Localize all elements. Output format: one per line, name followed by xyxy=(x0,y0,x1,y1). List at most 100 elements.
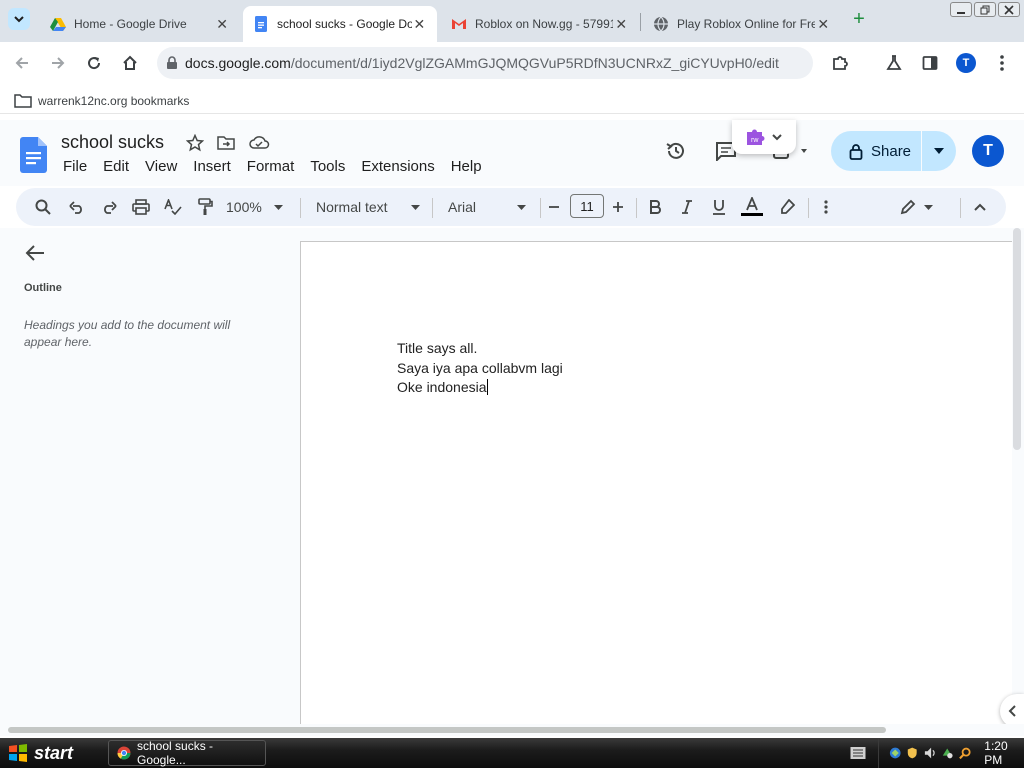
share-button[interactable]: Share xyxy=(831,131,922,171)
vertical-scrollbar[interactable] xyxy=(1013,228,1021,450)
document-page[interactable] xyxy=(300,241,1012,734)
chrome-labs-button[interactable] xyxy=(882,51,906,75)
close-icon[interactable]: ✕ xyxy=(412,16,427,33)
clock[interactable]: 1:20 PM xyxy=(984,739,1024,767)
arrow-right-icon xyxy=(52,57,65,69)
document-body[interactable]: Title says all. Saya iya apa collabvm la… xyxy=(397,339,563,398)
menu-tools[interactable]: Tools xyxy=(310,158,345,175)
extension-popup-button[interactable]: rw xyxy=(732,120,796,154)
close-icon[interactable]: ✕ xyxy=(815,16,831,33)
windows-logo-icon xyxy=(9,744,27,762)
tab-google-drive[interactable]: Home - Google Drive ✕ xyxy=(40,6,240,42)
account-avatar[interactable]: T xyxy=(972,135,1004,167)
new-tab-button[interactable]: + xyxy=(848,9,870,31)
underline-button[interactable] xyxy=(708,195,730,219)
google-docs-icon[interactable] xyxy=(20,137,47,173)
increase-font-size-button[interactable] xyxy=(610,195,626,219)
caret-down-icon xyxy=(273,204,283,210)
italic-button[interactable] xyxy=(676,195,698,219)
star-icon[interactable] xyxy=(186,134,204,152)
toolbar-divider xyxy=(300,198,301,218)
search-menus-button[interactable] xyxy=(32,195,54,219)
cloud-saved-icon[interactable] xyxy=(248,134,270,152)
bold-button[interactable] xyxy=(644,195,666,219)
font-size-input[interactable]: 11 xyxy=(570,194,604,218)
menu-help[interactable]: Help xyxy=(451,158,482,175)
tab-google-docs[interactable]: school sucks - Google Docs ✕ xyxy=(243,6,437,42)
keyboard-icon[interactable] xyxy=(850,746,866,760)
search-icon[interactable] xyxy=(958,746,971,760)
menu-insert[interactable]: Insert xyxy=(193,158,231,175)
redo-icon xyxy=(104,201,117,214)
toolbar-divider xyxy=(960,198,961,218)
tab-search-button[interactable] xyxy=(8,8,30,30)
globe-icon xyxy=(654,16,668,32)
redo-button[interactable] xyxy=(98,195,120,219)
bookmark-folder-warrenk12nc[interactable]: warrenk12nc.org bookmarks xyxy=(38,94,189,108)
decrease-font-size-button[interactable] xyxy=(546,195,562,219)
restore-button[interactable] xyxy=(974,2,996,17)
close-icon[interactable]: ✕ xyxy=(214,16,230,33)
reload-button[interactable] xyxy=(82,51,106,75)
arrow-left-icon[interactable] xyxy=(24,242,46,264)
taskbar-item-chrome[interactable]: school sucks - Google... xyxy=(108,739,266,767)
profile-avatar[interactable]: T xyxy=(956,53,976,73)
tab-roblox-nowgg[interactable]: Roblox on Now.gg - 57991... ✕ xyxy=(441,6,639,42)
caret-down-icon xyxy=(411,204,420,210)
extensions-button[interactable] xyxy=(828,51,852,75)
document-title[interactable]: school sucks xyxy=(61,132,164,153)
close-window-button[interactable] xyxy=(998,2,1020,17)
undo-button[interactable] xyxy=(66,195,88,219)
window-controls xyxy=(950,2,1020,17)
minimize-button[interactable] xyxy=(950,2,972,17)
paragraph-style-select[interactable]: Normal text xyxy=(316,195,420,219)
version-history-button[interactable] xyxy=(664,139,688,163)
bookmarks-bar: warrenk12nc.org bookmarks xyxy=(0,88,1024,114)
google-drive-icon xyxy=(50,18,66,31)
menu-view[interactable]: View xyxy=(145,158,177,175)
move-to-folder-icon[interactable] xyxy=(216,134,236,152)
paint-format-button[interactable] xyxy=(194,195,216,219)
side-panel-button[interactable] xyxy=(918,51,942,75)
home-icon xyxy=(123,55,137,70)
address-bar[interactable]: docs.google.com/document/d/1iyd2VglZGAMm… xyxy=(157,47,813,79)
minimize-icon xyxy=(957,11,965,14)
more-options-button[interactable] xyxy=(818,195,834,219)
browser-menu-button[interactable] xyxy=(990,51,1014,75)
menu-edit[interactable]: Edit xyxy=(103,158,129,175)
site-info-icon[interactable] xyxy=(165,56,179,70)
print-button[interactable] xyxy=(130,195,152,219)
reload-icon xyxy=(88,57,101,70)
system-tray: 1:20 PM xyxy=(878,738,1024,768)
network-icon[interactable] xyxy=(889,746,901,760)
zoom-select[interactable]: 100% xyxy=(226,195,288,219)
chevron-up-icon xyxy=(974,203,986,211)
start-button[interactable]: start xyxy=(0,738,92,768)
spelling-check-button[interactable] xyxy=(162,195,184,219)
security-shield-icon[interactable] xyxy=(906,746,918,760)
home-button[interactable] xyxy=(118,51,142,75)
close-icon[interactable]: ✕ xyxy=(613,16,629,33)
puzzle-extension-icon: rw xyxy=(747,129,765,145)
horizontal-scrollbar[interactable] xyxy=(8,727,886,733)
taskbar-item-label: school sucks - Google... xyxy=(137,739,214,767)
spellcheck-icon xyxy=(164,199,182,215)
highlight-color-button[interactable] xyxy=(776,195,798,219)
menu-extensions[interactable]: Extensions xyxy=(361,158,434,175)
back-button[interactable] xyxy=(10,51,34,75)
more-vert-icon xyxy=(824,200,828,214)
tab-play-roblox[interactable]: Play Roblox Online for Free ✕ xyxy=(643,6,841,42)
toolbar-divider xyxy=(636,198,637,218)
speaker-icon[interactable] xyxy=(924,746,936,760)
text-color-button[interactable] xyxy=(740,195,764,219)
menu-format[interactable]: Format xyxy=(247,158,295,175)
font-family-value: Arial xyxy=(448,199,477,215)
editing-mode-select[interactable] xyxy=(896,195,936,219)
update-icon[interactable] xyxy=(941,746,953,760)
hide-menus-button[interactable] xyxy=(970,195,990,219)
font-family-select[interactable]: Arial xyxy=(448,195,526,219)
menu-file[interactable]: File xyxy=(63,158,87,175)
forward-button[interactable] xyxy=(46,51,70,75)
share-options-button[interactable] xyxy=(922,148,956,154)
tab-title: Play Roblox Online for Free xyxy=(677,17,816,31)
